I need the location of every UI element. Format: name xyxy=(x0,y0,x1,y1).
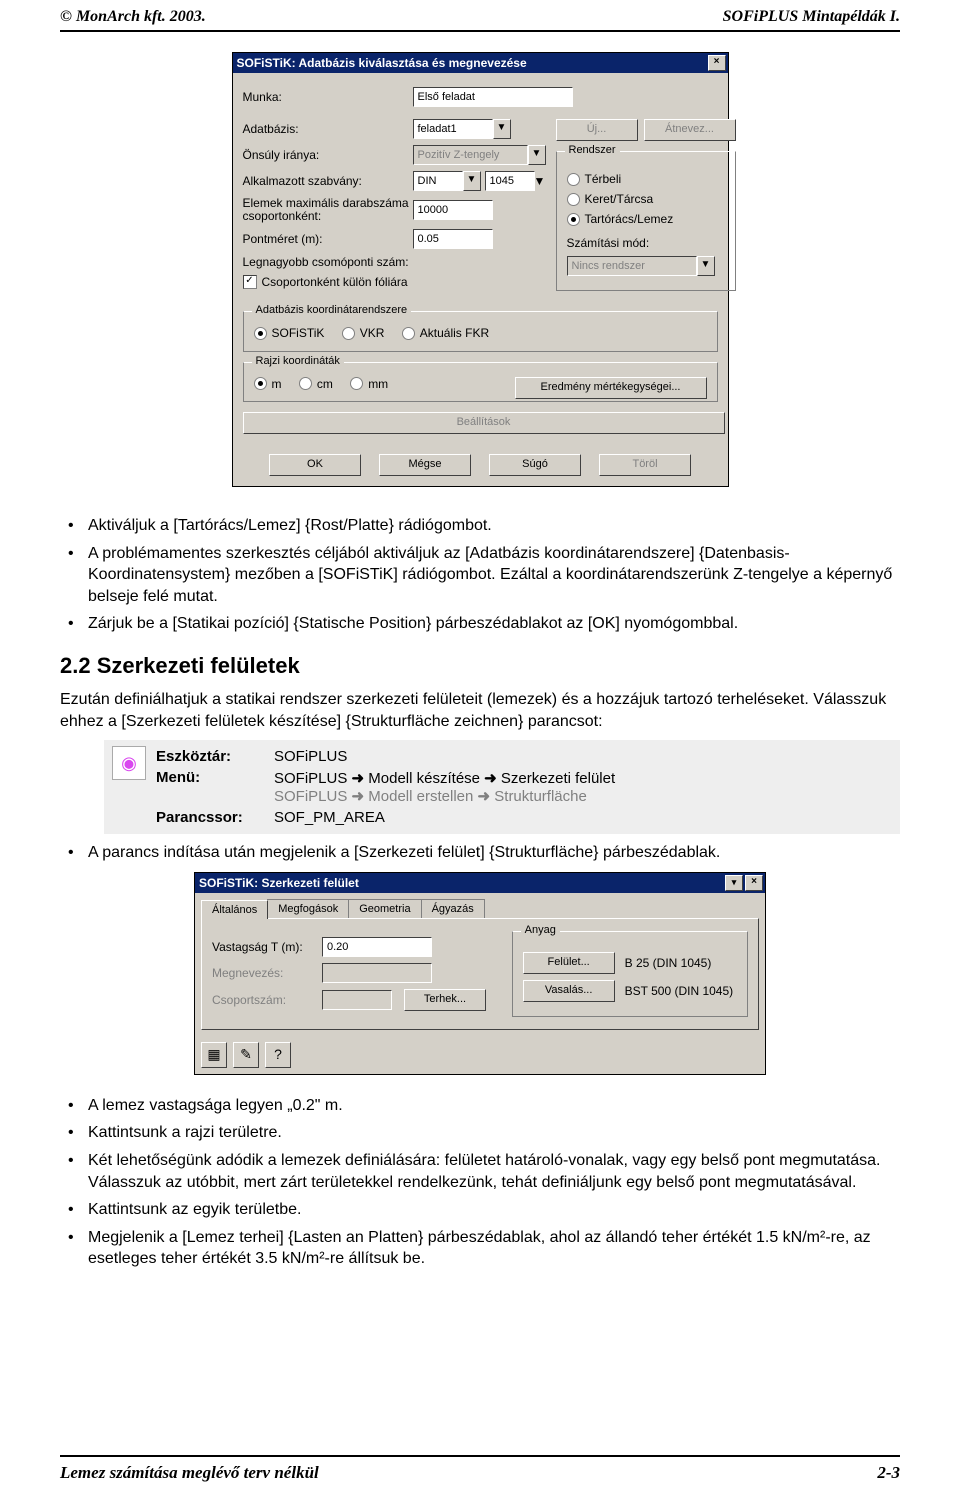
list-item: Megjelenik a [Lemez terhei] {Lasten an P… xyxy=(88,1227,900,1270)
input-csoportszam xyxy=(322,990,392,1010)
button-felulet[interactable]: Felület... xyxy=(523,952,615,974)
dropdown-szamitasi-mod: Nincs rendszer▼ xyxy=(567,256,715,276)
dialog-title: SOFiSTiK: Adatbázis kiválasztása és megn… xyxy=(237,56,527,70)
text-vasalas-value: BST 500 (DIN 1045) xyxy=(625,984,734,998)
radio-vkr[interactable]: VKR xyxy=(342,326,385,340)
header-right: SOFiPLUS Mintapéldák I. xyxy=(723,8,900,26)
input-munka[interactable]: Első feladat xyxy=(413,87,573,107)
dropdown-szabvany[interactable]: DIN▼ xyxy=(413,171,481,191)
help-icon[interactable]: ? xyxy=(265,1042,291,1068)
radio-keret[interactable]: Keret/Tárcsa xyxy=(567,192,654,206)
dialog2-toolbar: ▦ ✎ ? xyxy=(195,1036,765,1074)
tab-megfogasok[interactable]: Megfogások xyxy=(267,899,349,918)
bullet-list-1: Aktiváljuk a [Tartórács/Lemez] {Rost/Pla… xyxy=(60,515,900,635)
radio-terbeli[interactable]: Térbeli xyxy=(567,172,622,186)
section-heading: 2.2 Szerkezeti felületek xyxy=(60,653,900,679)
pin-icon[interactable]: ▾ xyxy=(725,875,743,891)
tool-icon[interactable]: ▦ xyxy=(201,1042,227,1068)
list-item: Zárjuk be a [Statikai pozíció] {Statisch… xyxy=(88,613,900,635)
list-item: Kattintsunk a rajzi területre. xyxy=(88,1122,900,1144)
checkbox-kulon-folia[interactable]: ✓Csoportonként külön fóliára xyxy=(243,275,408,289)
button-uj: Új... xyxy=(556,119,638,141)
tab-bar: Általános Megfogások Geometria Ágyazás xyxy=(195,893,765,918)
radio-tartoracs[interactable]: Tartórács/Lemez xyxy=(567,212,674,226)
label-adatbazis: Adatbázis: xyxy=(243,122,413,136)
list-item: Kattintsunk az egyik területbe. xyxy=(88,1199,900,1221)
label-szamitasi-mod: Számítási mód: xyxy=(567,236,650,250)
list-item: A parancs indítása után megjelenik a [Sz… xyxy=(88,842,900,864)
radio-aktualis-fkr[interactable]: Aktuális FKR xyxy=(402,326,489,340)
radio-cm[interactable]: cm xyxy=(299,377,333,391)
chevron-down-icon[interactable]: ▼ xyxy=(493,119,511,139)
label-munka: Munka: xyxy=(243,90,413,104)
radio-m[interactable]: m xyxy=(254,377,282,391)
dropdown-onsuly: Pozitív Z-tengely▼ xyxy=(413,145,546,165)
label-szabvany: Alkalmazott szabvány: xyxy=(243,174,413,188)
chevron-down-icon[interactable]: ▼ xyxy=(534,174,546,188)
chevron-down-icon: ▼ xyxy=(697,256,715,276)
paragraph: Ezután definiálhatjuk a statikai rendsze… xyxy=(60,689,900,732)
dialog-szerkezeti-felulet: SOFiSTiK: Szerkezeti felület ▾ × Általán… xyxy=(194,872,766,1075)
tab-geometria[interactable]: Geometria xyxy=(348,899,421,918)
radio-sofistik[interactable]: SOFiSTiK xyxy=(254,326,325,340)
label-pontmeret: Pontméret (m): xyxy=(243,232,413,246)
button-terhek[interactable]: Terhek... xyxy=(404,989,486,1011)
tab-agyazas[interactable]: Ágyazás xyxy=(421,899,485,918)
button-beallitasok: Beállítások xyxy=(243,412,725,434)
label-elemmax: Elemek maximális darabszáma csoportonkén… xyxy=(243,197,413,223)
footer-right: 2-3 xyxy=(877,1463,900,1483)
group-koord: SOFiSTiK VKR Aktuális FKR xyxy=(243,311,718,352)
footer-left: Lemez számítása meglévő terv nélkül xyxy=(60,1463,319,1483)
close-icon[interactable]: × xyxy=(745,875,763,891)
list-item: A lemez vastagsága legyen „0.2" m. xyxy=(88,1095,900,1117)
button-torol: Töröl xyxy=(599,454,691,476)
button-atnevez: Átnevez... xyxy=(644,119,736,141)
list-item: A problémamentes szerkesztés céljából ak… xyxy=(88,543,900,608)
dialog-database: SOFiSTiK: Adatbázis kiválasztása és megn… xyxy=(232,52,729,487)
header-left: © MonArch kft. 2003. xyxy=(60,8,206,26)
button-megse[interactable]: Mégse xyxy=(379,454,471,476)
input-megnevezes xyxy=(322,963,432,983)
list-item: Két lehetőségünk adódik a lemezek defini… xyxy=(88,1150,900,1193)
label-csomopont: Legnagyobb csomóponti szám: xyxy=(243,255,473,269)
button-ok[interactable]: OK xyxy=(269,454,361,476)
label-megnevezes: Megnevezés: xyxy=(212,966,322,980)
bullet-list-3: A lemez vastagsága legyen „0.2" m. Katti… xyxy=(60,1095,900,1270)
list-item: Aktiváljuk a [Tartórács/Lemez] {Rost/Pla… xyxy=(88,515,900,537)
button-eredmeny-me[interactable]: Eredmény mértékegységei... xyxy=(515,377,707,399)
bullet-list-2: A parancs indítása után megjelenik a [Sz… xyxy=(60,842,900,864)
input-vastagsag[interactable]: 0.20 xyxy=(322,937,432,957)
dropdown-adatbazis[interactable]: feladat1▼ xyxy=(413,119,511,139)
dialog2-title: SOFiSTiK: Szerkezeti felület xyxy=(199,876,359,890)
radio-mm[interactable]: mm xyxy=(350,377,388,391)
chevron-down-icon: ▼ xyxy=(528,145,546,165)
tab-altalanos[interactable]: Általános xyxy=(201,900,268,919)
group-rendszer: Térbeli Keret/Tárcsa Tartórács/Lemez Szá… xyxy=(556,151,736,291)
label-csoportszam: Csoportszám: xyxy=(212,993,322,1007)
close-icon[interactable]: × xyxy=(708,55,726,71)
button-vasalas[interactable]: Vasalás... xyxy=(523,980,615,1002)
label-onsuly: Önsúly iránya: xyxy=(243,148,413,162)
input-elemmax[interactable]: 10000 xyxy=(413,200,493,220)
chevron-down-icon[interactable]: ▼ xyxy=(463,171,481,191)
toolbar-icon: ◉ xyxy=(112,746,146,780)
command-box: ◉ Eszköztár:SOFiPLUS Menü:SOFiPLUS ➜ Mod… xyxy=(104,740,900,834)
tool-icon[interactable]: ✎ xyxy=(233,1042,259,1068)
label-vastagsag: Vastagság T (m): xyxy=(212,940,322,954)
button-sugo[interactable]: Súgó xyxy=(489,454,581,476)
group-rajzi: m cm mm Eredmény mértékegységei... xyxy=(243,362,718,403)
input-pontmeret[interactable]: 0.05 xyxy=(413,229,493,249)
text-felulet-value: B 25 (DIN 1045) xyxy=(625,956,712,970)
group-anyag: Felület... B 25 (DIN 1045) Vasalás... BST … xyxy=(512,931,748,1017)
input-szabvany-szam[interactable]: 1045 xyxy=(485,171,535,191)
